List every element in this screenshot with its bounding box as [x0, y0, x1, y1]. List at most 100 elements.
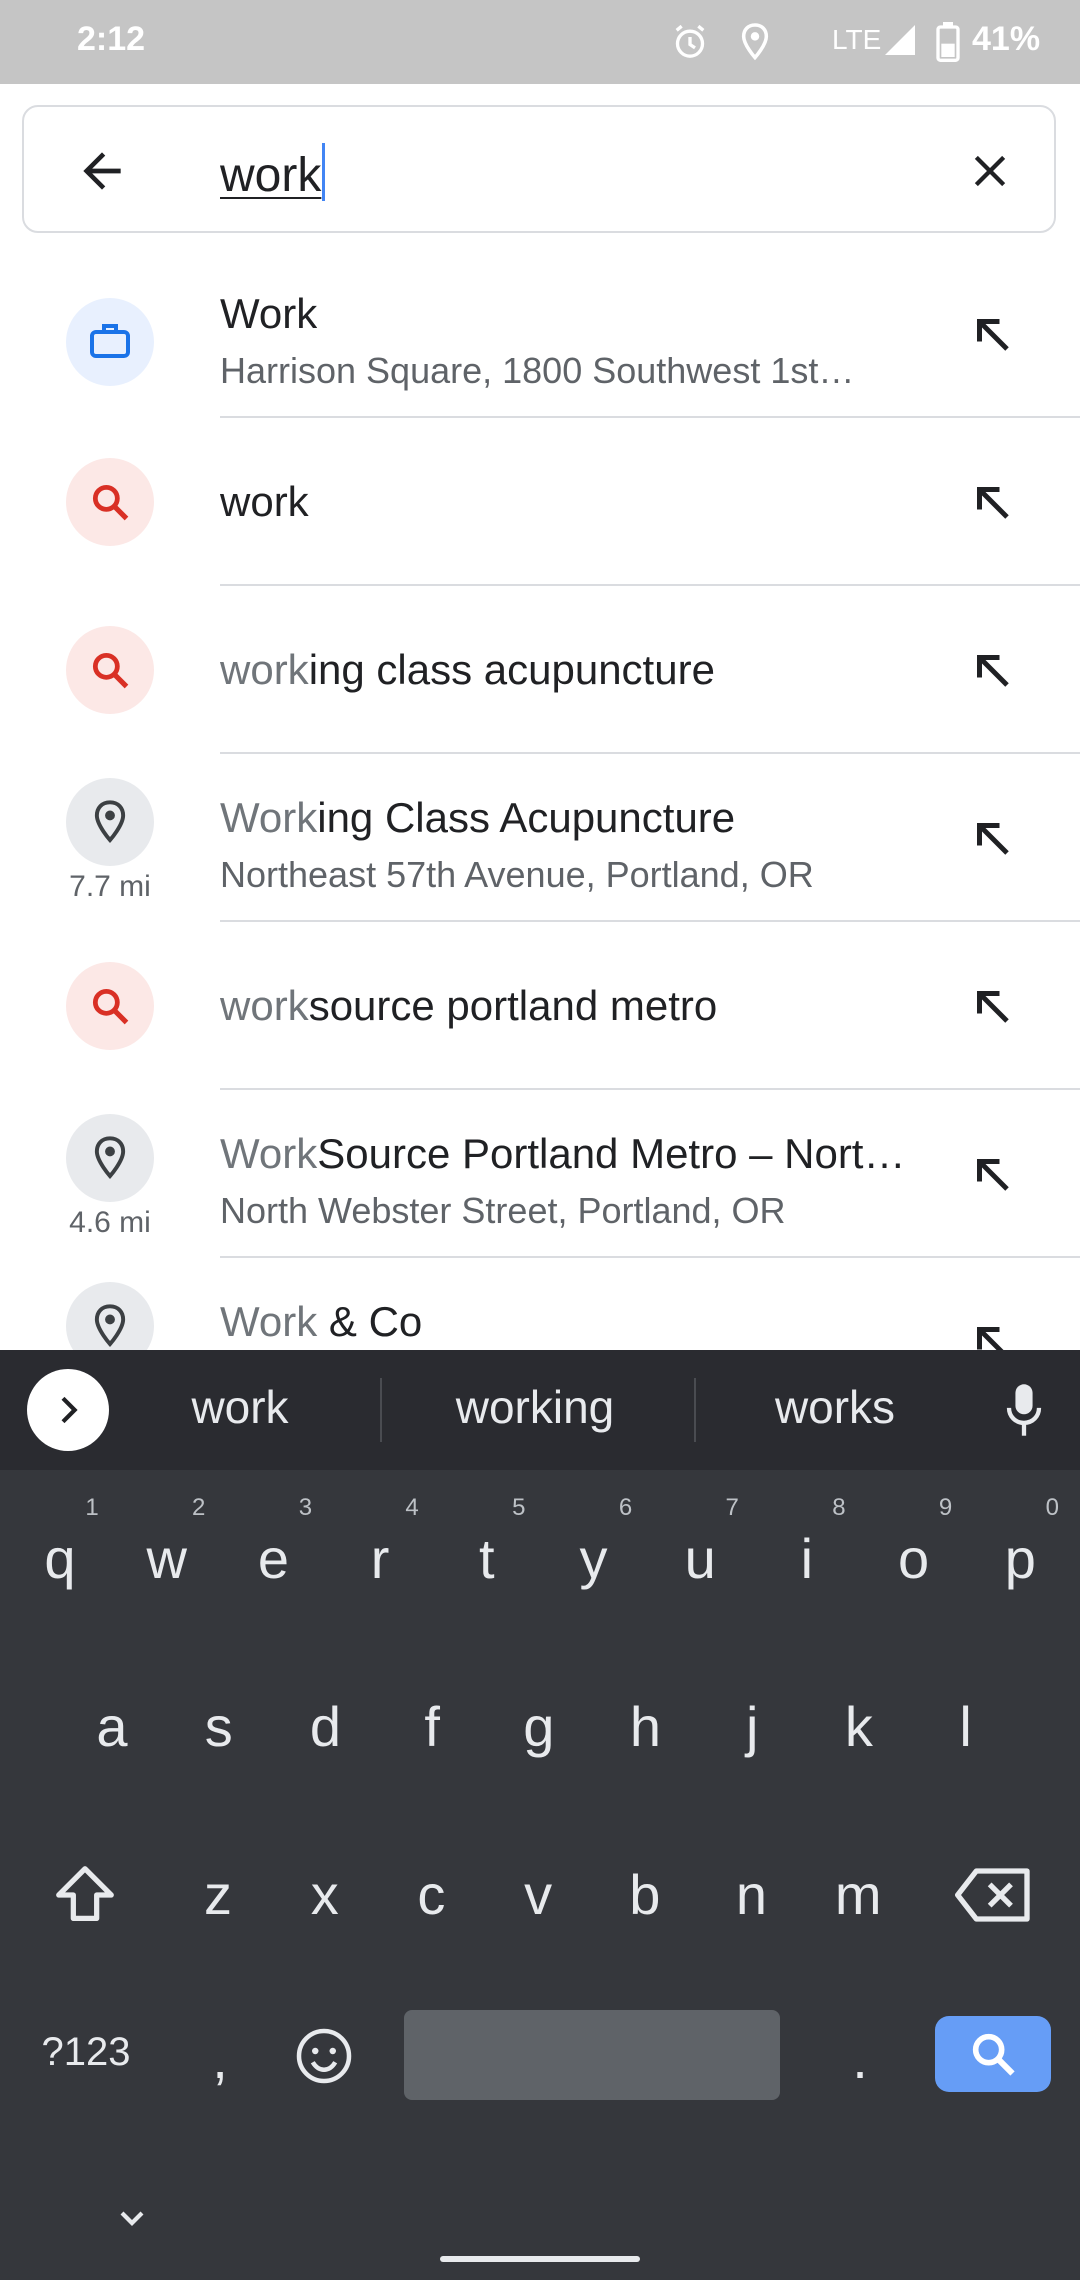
- suggestion-0[interactable]: work: [140, 1380, 340, 1434]
- key-hint-4: 4: [405, 1494, 419, 1521]
- list-item-work[interactable]: Work Harrison Square, 1800 Southwest 1st…: [0, 250, 1080, 418]
- spacebar[interactable]: [404, 2010, 780, 2100]
- clear-icon[interactable]: [964, 145, 1016, 197]
- key-hint-6: 6: [618, 1494, 633, 1521]
- work-icon-circle: [66, 298, 154, 386]
- key-hint-9: 9: [938, 1494, 953, 1521]
- location-status-icon: [741, 23, 769, 61]
- key-hint-1: 1: [85, 1494, 99, 1521]
- key-f[interactable]: f: [382, 1694, 482, 1759]
- key-y[interactable]: y: [544, 1526, 644, 1591]
- hide-keyboard-icon[interactable]: [112, 2198, 152, 2238]
- place-icon-circle: [66, 1114, 154, 1202]
- search-icon: [972, 2033, 1015, 2076]
- key-c[interactable]: c: [381, 1862, 481, 1927]
- search-bar: work: [22, 105, 1056, 233]
- result-title: working class acupuncture: [220, 646, 715, 693]
- place-icon-circle: [66, 1282, 154, 1350]
- mic-icon[interactable]: [998, 1380, 1050, 1440]
- key-g[interactable]: g: [489, 1694, 589, 1759]
- key-q[interactable]: q: [10, 1526, 110, 1591]
- key-a[interactable]: a: [62, 1694, 162, 1759]
- result-subtitle: North Webster Street, Portland, OR: [220, 1190, 786, 1231]
- key-m[interactable]: m: [808, 1862, 908, 1927]
- fill-query-arrow-icon[interactable]: [962, 1144, 1022, 1204]
- key-x[interactable]: x: [275, 1862, 375, 1927]
- place-icon-circle: [66, 778, 154, 866]
- distance-label: 4.6 mi: [69, 1206, 151, 1239]
- list-item-query[interactable]: working class acupuncture: [0, 586, 1080, 754]
- search-query-text: work: [220, 149, 322, 202]
- search-enter-key[interactable]: [935, 2016, 1051, 2092]
- key-v[interactable]: v: [488, 1862, 588, 1927]
- key-o[interactable]: o: [864, 1526, 964, 1591]
- key-b[interactable]: b: [595, 1862, 695, 1927]
- shift-icon[interactable]: [50, 1860, 120, 1930]
- key-hint-0: 0: [1045, 1494, 1059, 1521]
- key-e[interactable]: e: [223, 1526, 323, 1591]
- result-title: WorkSource Portland Metro – Nort…: [220, 1130, 906, 1177]
- key-hint-3: 3: [298, 1494, 313, 1521]
- search-icon: [92, 484, 129, 521]
- keyboard: work working works q1w2e3r4t5y6u7i8o9p0 …: [0, 1350, 1080, 2280]
- list-item-query[interactable]: work: [0, 418, 1080, 586]
- distance-label: 7.7 mi: [69, 870, 151, 903]
- result-subtitle: Harrison Square, 1800 Southwest 1st…: [220, 350, 855, 391]
- key-p[interactable]: p: [970, 1526, 1070, 1591]
- key-k[interactable]: k: [809, 1694, 909, 1759]
- status-bar: 2:12 LTE 41%: [0, 0, 1080, 84]
- list-item-place[interactable]: 7.7 mi Working Class Acupuncture Northea…: [0, 754, 1080, 922]
- place-icon: [94, 800, 126, 844]
- key-s[interactable]: s: [169, 1694, 269, 1759]
- key-w[interactable]: w: [117, 1526, 217, 1591]
- key-u[interactable]: u: [650, 1526, 750, 1591]
- result-title: worksource portland metro: [220, 982, 718, 1029]
- gesture-nav-handle[interactable]: [440, 2256, 640, 2262]
- key-t[interactable]: t: [437, 1526, 537, 1591]
- result-subtitle: Northeast 57th Avenue, Portland, OR: [220, 854, 814, 895]
- key-h[interactable]: h: [596, 1694, 696, 1759]
- status-icons: LTE 41%: [560, 0, 1080, 84]
- list-item-place[interactable]: Work & Co: [0, 1258, 1080, 1350]
- key-l[interactable]: l: [916, 1694, 1016, 1759]
- fill-query-arrow-icon[interactable]: [962, 472, 1022, 532]
- back-arrow-icon[interactable]: [74, 143, 130, 199]
- search-icon-circle: [66, 458, 154, 546]
- comma-key[interactable]: ,: [170, 2026, 270, 2091]
- key-r[interactable]: r: [330, 1526, 430, 1591]
- place-icon: [94, 1136, 126, 1180]
- search-input[interactable]: work: [220, 143, 326, 203]
- suggestion-1[interactable]: working: [410, 1380, 660, 1434]
- briefcase-icon: [90, 324, 130, 358]
- list-item-place[interactable]: 4.6 mi WorkSource Portland Metro – Nort……: [0, 1090, 1080, 1258]
- fill-query-arrow-icon[interactable]: [962, 304, 1022, 364]
- key-d[interactable]: d: [275, 1694, 375, 1759]
- suggestion-2[interactable]: works: [720, 1380, 950, 1434]
- battery-icon: [936, 22, 960, 62]
- suggestions-list: Work Harrison Square, 1800 Southwest 1st…: [0, 250, 1080, 1350]
- key-n[interactable]: n: [702, 1862, 802, 1927]
- fill-query-arrow-icon[interactable]: [962, 976, 1022, 1036]
- battery-level: 41%: [972, 20, 1041, 58]
- keyboard-suggestion-bar: work working works: [0, 1350, 1080, 1470]
- backspace-icon[interactable]: [955, 1862, 1035, 1928]
- key-i[interactable]: i: [757, 1526, 857, 1591]
- key-hint-7: 7: [725, 1494, 739, 1521]
- alarm-icon: [675, 24, 705, 58]
- emoji-icon[interactable]: [294, 2026, 354, 2086]
- search-icon: [92, 988, 129, 1025]
- key-j[interactable]: j: [702, 1694, 802, 1759]
- symbols-key[interactable]: ?123: [36, 2030, 136, 2075]
- expand-toolbar-button[interactable]: [27, 1369, 109, 1451]
- signal-icon: [885, 25, 915, 55]
- network-type: LTE: [832, 24, 882, 55]
- fill-query-arrow-icon[interactable]: [962, 1312, 1022, 1350]
- fill-query-arrow-icon[interactable]: [962, 640, 1022, 700]
- chevron-right-icon: [61, 1396, 78, 1424]
- divider: [380, 1378, 382, 1442]
- period-key[interactable]: .: [810, 2026, 910, 2091]
- fill-query-arrow-icon[interactable]: [962, 808, 1022, 868]
- key-hint-2: 2: [192, 1494, 206, 1521]
- key-z[interactable]: z: [168, 1862, 268, 1927]
- list-item-query[interactable]: worksource portland metro: [0, 922, 1080, 1090]
